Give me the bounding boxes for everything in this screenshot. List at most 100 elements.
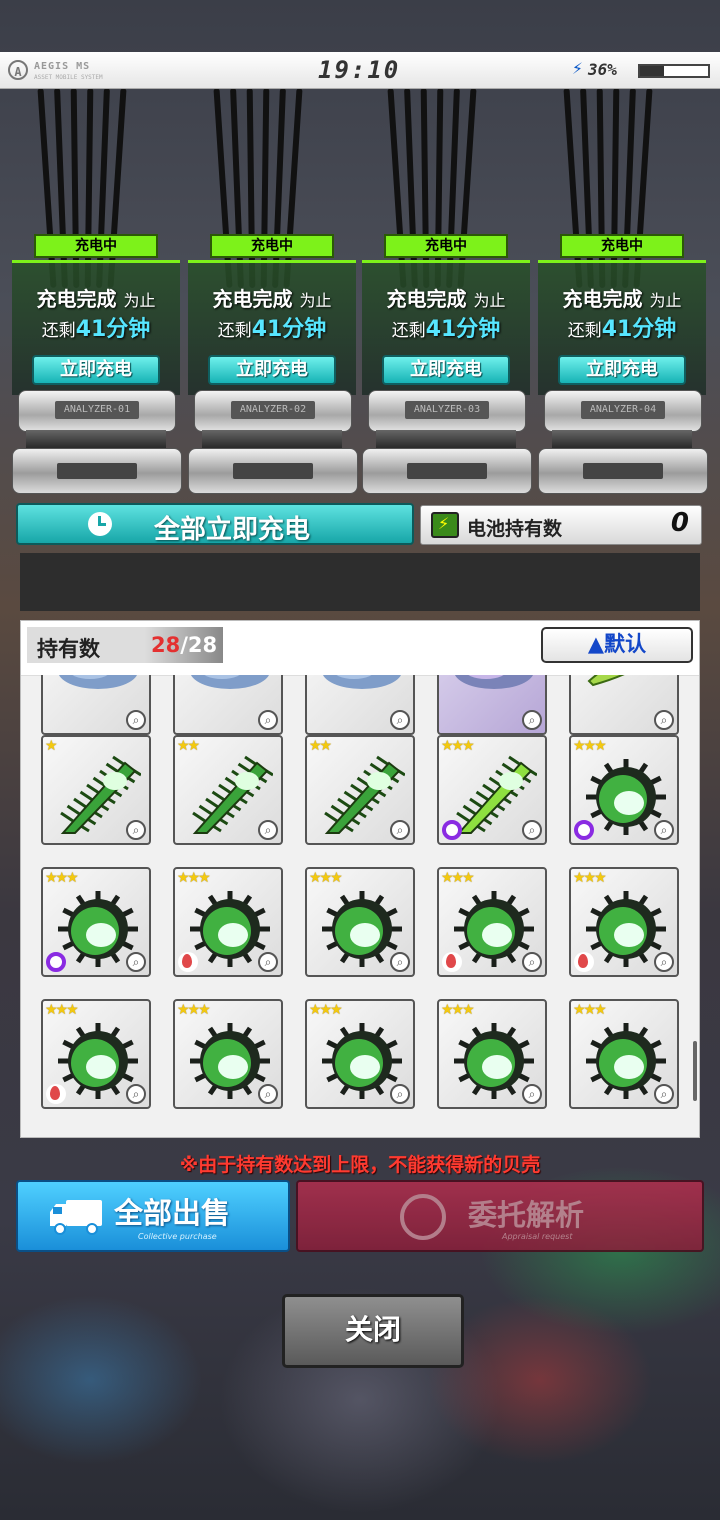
shell-tile[interactable]: ★ ⌕	[41, 735, 151, 845]
slot-info-panel: 充电完成 为止 还剩41分钟 立即充电	[12, 260, 180, 395]
analyzer-core	[552, 430, 692, 448]
rarity-stars: ★★★	[45, 1002, 79, 1018]
app-subtitle: ASSET MOBILE SYSTEM	[34, 74, 103, 81]
shell-tile[interactable]: ⌕	[569, 675, 679, 735]
shell-tile[interactable]: ⌕	[305, 675, 415, 735]
magnifier-icon[interactable]: ⌕	[258, 820, 278, 840]
analyzer-core	[376, 430, 516, 448]
shell-tile[interactable]: ★★★ ⌕	[437, 999, 547, 1109]
charging-bolt-icon: ⚡	[572, 58, 583, 79]
shell-tile[interactable]: ★★★ ⌕	[437, 867, 547, 977]
magnifier-icon[interactable]: ⌕	[390, 1084, 410, 1104]
charge-now-button[interactable]: 立即充电	[208, 355, 336, 385]
magnifier-icon[interactable]: ⌕	[258, 952, 278, 972]
charge-all-button[interactable]: 全部立即充电	[16, 503, 414, 545]
magnifier-icon[interactable]: ⌕	[654, 710, 674, 730]
slot-remaining-prefix: 还剩	[217, 321, 252, 341]
slot-complete-suffix: 为止	[473, 291, 506, 310]
shell-tile[interactable]: ⌕	[437, 675, 547, 735]
shell-tile[interactable]: ★★★ ⌕	[305, 867, 415, 977]
slot-remaining-line: 还剩41分钟	[362, 311, 530, 343]
attribute-fire-icon	[46, 1084, 66, 1104]
charging-status-badge: 充电中	[560, 234, 684, 258]
attribute-purple-icon	[574, 820, 594, 840]
battery-meter	[638, 64, 710, 78]
appraisal-request-button[interactable]: 委托解析 Appraisal request	[296, 1180, 704, 1252]
app-logo-icon: A	[8, 60, 28, 80]
rarity-stars: ★★★	[177, 870, 211, 886]
magnifier-icon[interactable]: ⌕	[522, 1084, 542, 1104]
shell-tile[interactable]: ★★★ ⌕	[305, 999, 415, 1109]
info-strip	[20, 553, 700, 611]
attribute-fire-icon	[178, 952, 198, 972]
slot-complete-suffix: 为止	[649, 291, 682, 310]
slot-complete-text: 充电完成	[212, 287, 293, 311]
analyzer-top: ANALYZER-03	[368, 390, 526, 432]
battery-holdings: 电池持有数 0	[420, 505, 702, 545]
shell-tile[interactable]: ★★★ ⌕	[173, 999, 283, 1109]
appraisal-label: 委托解析	[468, 1198, 585, 1232]
analyzer-base	[12, 448, 182, 494]
analyzer-top: ANALYZER-02	[194, 390, 352, 432]
analyzer-slit	[407, 463, 487, 479]
slot-info-panel: 充电完成 为止 还剩41分钟 立即充电	[362, 260, 530, 395]
close-button[interactable]: 关闭	[282, 1294, 464, 1368]
shell-tile[interactable]: ★★★ ⌕	[437, 735, 547, 845]
analyzer-device: ANALYZER-01	[12, 390, 182, 496]
analyzer-base	[362, 448, 532, 494]
analyzer-core	[202, 430, 342, 448]
charge-now-button[interactable]: 立即充电	[32, 355, 160, 385]
charging-status-badge: 充电中	[384, 234, 508, 258]
charging-slot: 充电中 充电完成 为止 还剩41分钟 立即充电 ANALYZER-04	[538, 234, 708, 496]
battery-percent: 36%	[588, 60, 617, 79]
shell-tile[interactable]: ★★★ ⌕	[569, 735, 679, 845]
magnifier-icon[interactable]: ⌕	[258, 710, 278, 730]
magnifier-icon[interactable]: ⌕	[126, 710, 146, 730]
charging-status-badge: 充电中	[210, 234, 334, 258]
charging-slot: 充电中 充电完成 为止 还剩41分钟 立即充电 ANALYZER-01	[12, 234, 182, 496]
magnifier-icon[interactable]: ⌕	[522, 820, 542, 840]
magnifier-icon[interactable]: ⌕	[390, 710, 410, 730]
analyzer-label: ANALYZER-02	[231, 401, 315, 419]
shell-tile[interactable]: ★★★ ⌕	[41, 867, 151, 977]
magnifier-icon[interactable]: ⌕	[654, 952, 674, 972]
scrollbar[interactable]	[693, 1041, 697, 1101]
truck-icon	[50, 1200, 102, 1235]
magnifier-icon[interactable]: ⌕	[390, 820, 410, 840]
magnifier-icon[interactable]: ⌕	[522, 710, 542, 730]
shell-tile[interactable]: ★★★ ⌕	[569, 999, 679, 1109]
magnifier-icon[interactable]: ⌕	[654, 820, 674, 840]
analyzer-label: ANALYZER-04	[581, 401, 665, 419]
slot-info-panel: 充电完成 为止 还剩41分钟 立即充电	[538, 260, 706, 395]
inventory-header: 持有数 28/28 ▲默认	[21, 621, 699, 676]
shell-tile[interactable]: ⌕	[173, 675, 283, 735]
magnifier-icon[interactable]: ⌕	[126, 820, 146, 840]
shell-grid[interactable]: ⌕ ⌕ ⌕ ⌕ ⌕ ★ ⌕ ★★ ⌕ ★★ ⌕ ★★★ ⌕ ★★★ ⌕ ★★★ …	[21, 675, 699, 1137]
charge-all-label: 全部立即充电	[154, 515, 311, 545]
shell-tile[interactable]: ★★★ ⌕	[41, 999, 151, 1109]
sell-all-button[interactable]: 全部出售 Collective purchase	[16, 1180, 290, 1252]
charging-status-badge: 充电中	[34, 234, 158, 258]
magnifier-icon[interactable]: ⌕	[126, 1084, 146, 1104]
slot-remaining-prefix: 还剩	[41, 321, 76, 341]
magnifier-icon[interactable]: ⌕	[258, 1084, 278, 1104]
shell-tile[interactable]: ★★★ ⌕	[569, 867, 679, 977]
shell-tile[interactable]: ⌕	[41, 675, 151, 735]
charge-now-button[interactable]: 立即充电	[382, 355, 510, 385]
slot-remaining-line: 还剩41分钟	[538, 311, 706, 343]
rarity-stars: ★★★	[309, 1002, 343, 1018]
analyzer-label: ANALYZER-03	[405, 401, 489, 419]
magnifier-icon[interactable]: ⌕	[654, 1084, 674, 1104]
shell-tile[interactable]: ★★ ⌕	[305, 735, 415, 845]
magnifier-icon[interactable]: ⌕	[126, 952, 146, 972]
slot-remaining-time: 41分钟	[251, 317, 327, 342]
battery-meter-fill	[640, 66, 665, 76]
magnifier-icon[interactable]: ⌕	[390, 952, 410, 972]
slot-remaining-time: 41分钟	[425, 317, 501, 342]
shell-tile[interactable]: ★★★ ⌕	[173, 867, 283, 977]
magnifier-icon[interactable]: ⌕	[522, 952, 542, 972]
shell-tile[interactable]: ★★ ⌕	[173, 735, 283, 845]
charging-slot: 充电中 充电完成 为止 还剩41分钟 立即充电 ANALYZER-03	[362, 234, 532, 496]
charge-now-button[interactable]: 立即充电	[558, 355, 686, 385]
sort-button[interactable]: ▲默认	[541, 627, 693, 663]
